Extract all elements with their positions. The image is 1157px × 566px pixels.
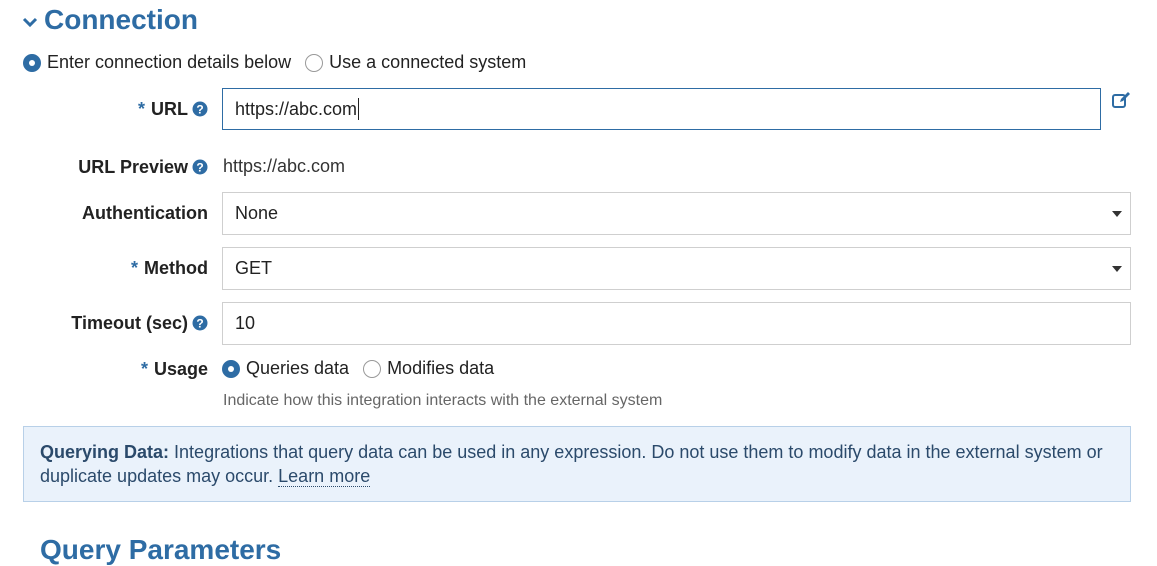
connection-mode-group: Enter connection details below Use a con… [23,52,540,73]
section-title: Connection [44,4,198,35]
svg-text:?: ? [196,161,203,175]
svg-text:?: ? [196,103,203,117]
radio-enter-details[interactable]: Enter connection details below [23,52,291,73]
learn-more-link[interactable]: Learn more [278,466,371,487]
radio-button-unchecked[interactable] [305,53,324,72]
help-icon[interactable]: ? [192,159,208,175]
url-input[interactable]: https://abc.com [222,88,1101,130]
info-banner: Querying Data: Integrations that query d… [23,426,1131,502]
method-label: * Method [131,257,208,278]
radio-modifies-data[interactable]: Modifies data [363,358,494,379]
url-label: * URL ? [22,97,208,121]
timeout-label: Timeout (sec) ? [22,311,208,335]
help-icon[interactable]: ? [192,101,208,117]
text-cursor [358,98,360,120]
radio-queries-data[interactable]: Queries data [222,358,349,379]
timeout-input[interactable]: 10 [222,302,1131,345]
radio-button-unchecked[interactable] [363,359,382,378]
edit-icon[interactable] [1112,91,1132,109]
section-header-next[interactable]: Query Parameters [40,534,281,566]
radio-label: Queries data [246,358,350,378]
usage-label: * Usage [140,358,208,379]
dropdown-caret-icon [1112,210,1122,217]
radio-label: Use a connected system [329,52,527,72]
section-header-connection[interactable]: Connection [22,4,198,36]
svg-text:?: ? [196,317,203,331]
radio-label: Enter connection details below [47,52,292,72]
radio-connected-system[interactable]: Use a connected system [305,52,526,73]
authentication-select[interactable]: None [222,192,1131,235]
dropdown-caret-icon [1112,265,1122,272]
usage-hint: Indicate how this integration interacts … [223,392,663,409]
banner-heading: Querying Data: [40,442,170,462]
radio-button-checked[interactable] [222,359,240,378]
radio-label: Modifies data [387,358,495,378]
method-select[interactable]: GET [222,247,1131,290]
chevron-down-icon [22,17,38,28]
help-icon[interactable]: ? [192,315,208,331]
banner-text: Integrations that query data can be used… [40,442,1103,486]
usage-radio-group: Queries data Modifies data [222,358,508,379]
authentication-label: Authentication [82,202,208,223]
url-preview-label: URL Preview ? [22,155,208,179]
url-preview-value: https://abc.com [223,156,346,176]
radio-button-checked[interactable] [23,53,41,72]
